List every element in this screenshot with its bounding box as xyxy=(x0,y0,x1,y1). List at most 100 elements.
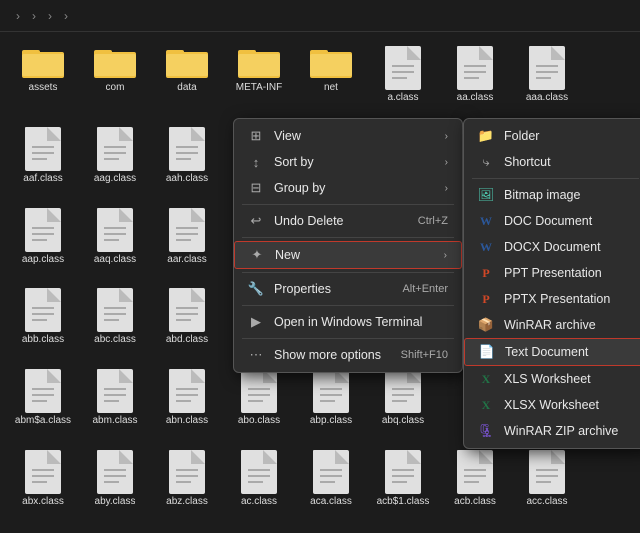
menu-item-more[interactable]: ⋯Show more optionsShift+F10 xyxy=(234,342,462,368)
menu-item-sortby[interactable]: ↕ Sort by › xyxy=(234,149,462,175)
file-item[interactable]: a.class xyxy=(368,42,438,119)
title-bar: › › › › xyxy=(0,0,640,32)
file-item[interactable]: aar.class xyxy=(152,204,222,281)
folder-icon: 📁 xyxy=(478,128,494,144)
file-label: aca.class xyxy=(310,496,352,508)
menu-item-undo[interactable]: ↩Undo DeleteCtrl+Z xyxy=(234,208,462,234)
menu-divider xyxy=(242,237,454,238)
file-label: net xyxy=(324,82,338,94)
file-item[interactable]: abz.class xyxy=(152,446,222,523)
folder-icon xyxy=(166,46,208,80)
file-icon xyxy=(25,127,61,171)
submenu-item-xlsx[interactable]: XXLSX Worksheet xyxy=(464,392,640,418)
menu-item-groupby[interactable]: ⊟Group by› xyxy=(234,175,462,201)
file-item[interactable]: abm.class xyxy=(80,365,150,442)
submenu-arrow-icon: › xyxy=(445,157,448,168)
more-icon: ⋯ xyxy=(248,347,264,363)
file-icon xyxy=(169,369,205,413)
submenu-item-txt[interactable]: 📄Text Document xyxy=(464,338,640,366)
menu-item-properties[interactable]: 🔧PropertiesAlt+Enter xyxy=(234,276,462,302)
menu-divider xyxy=(242,338,454,339)
file-item[interactable]: abp.class xyxy=(296,365,366,442)
submenu-item-label: PPTX Presentation xyxy=(504,292,633,306)
file-icon xyxy=(169,127,205,171)
submenu-item-shortcut[interactable]: ⤷Shortcut xyxy=(464,149,640,175)
file-icon xyxy=(25,450,61,494)
submenu-item-pptx[interactable]: PPPTX Presentation xyxy=(464,286,640,312)
submenu-item-rar[interactable]: 📦WinRAR archive xyxy=(464,312,640,338)
submenu-item-docx[interactable]: WDOCX Document xyxy=(464,234,640,260)
folder-item[interactable]: net xyxy=(296,42,366,119)
menu-item-view[interactable]: ⊞View› xyxy=(234,123,462,149)
submenu-item-label: WinRAR ZIP archive xyxy=(504,424,633,438)
view-icon: ⊞ xyxy=(248,128,264,144)
file-icon xyxy=(313,450,349,494)
file-label: aaf.class xyxy=(23,173,62,185)
file-item[interactable]: abb.class xyxy=(8,284,78,361)
file-item[interactable]: abo.class xyxy=(224,365,294,442)
file-item[interactable]: abm$a.class xyxy=(8,365,78,442)
submenu-arrow-icon: › xyxy=(445,131,448,142)
folder-item[interactable]: com xyxy=(80,42,150,119)
submenu-item-label: Shortcut xyxy=(504,155,633,169)
file-label: abm.class xyxy=(92,415,137,427)
submenu-item-winzip[interactable]: 🗜WinRAR ZIP archive xyxy=(464,418,640,444)
folder-item[interactable]: assets xyxy=(8,42,78,119)
file-icon xyxy=(97,369,133,413)
file-item[interactable]: aaf.class xyxy=(8,123,78,200)
submenu-item-label: DOC Document xyxy=(504,214,633,228)
file-label: aa.class xyxy=(457,92,494,104)
file-item[interactable]: abd.class xyxy=(152,284,222,361)
folder-item[interactable]: META-INF xyxy=(224,42,294,119)
menu-shortcut: Shift+F10 xyxy=(401,349,448,361)
file-item[interactable]: aap.class xyxy=(8,204,78,281)
file-item[interactable]: aca.class xyxy=(296,446,366,523)
menu-item-terminal[interactable]: ▶Open in Windows Terminal xyxy=(234,309,462,335)
file-item[interactable]: aby.class xyxy=(80,446,150,523)
file-item[interactable]: aaq.class xyxy=(80,204,150,281)
file-label: aar.class xyxy=(167,254,206,266)
menu-divider xyxy=(242,305,454,306)
submenu-arrow-icon: › xyxy=(444,250,447,261)
file-label: aag.class xyxy=(94,173,136,185)
file-label: abo.class xyxy=(238,415,280,427)
file-label: acb.class xyxy=(454,496,496,508)
submenu-item-doc[interactable]: WDOC Document xyxy=(464,208,640,234)
file-label: assets xyxy=(29,82,58,94)
file-item[interactable]: ac.class xyxy=(224,446,294,523)
file-item[interactable]: abc.class xyxy=(80,284,150,361)
menu-item-label: Undo Delete xyxy=(274,214,408,228)
submenu-item-bitmap[interactable]: 🖼Bitmap image xyxy=(464,182,640,208)
file-label: acc.class xyxy=(526,496,567,508)
file-item[interactable]: abq.class xyxy=(368,365,438,442)
file-item[interactable]: aaa.class xyxy=(512,42,582,119)
file-item[interactable]: aag.class xyxy=(80,123,150,200)
file-label: aap.class xyxy=(22,254,64,266)
file-item[interactable]: abn.class xyxy=(152,365,222,442)
file-item[interactable]: aa.class xyxy=(440,42,510,119)
file-item[interactable]: acb.class xyxy=(440,446,510,523)
context-menu: ⊞View› ↕ Sort by › ⊟Group by› ↩Undo DeleteCtr… xyxy=(233,118,463,373)
txt-icon: 📄 xyxy=(479,344,495,360)
folder-item[interactable]: data xyxy=(152,42,222,119)
file-icon xyxy=(313,369,349,413)
menu-item-label: Sort by xyxy=(274,155,429,169)
file-icon xyxy=(97,208,133,252)
file-item[interactable]: abx.class xyxy=(8,446,78,523)
file-icon xyxy=(97,288,133,332)
file-label: com xyxy=(106,82,125,94)
file-icon xyxy=(25,288,61,332)
file-item[interactable]: acb$1.class xyxy=(368,446,438,523)
menu-item-new[interactable]: ✦New› xyxy=(234,241,462,269)
file-item[interactable] xyxy=(584,42,640,119)
file-item[interactable]: aah.class xyxy=(152,123,222,200)
submenu-item-folder[interactable]: 📁Folder xyxy=(464,123,640,149)
submenu-item-ppt[interactable]: PPPT Presentation xyxy=(464,260,640,286)
submenu-divider xyxy=(472,178,639,179)
submenu-item-xls[interactable]: XXLS Worksheet xyxy=(464,366,640,392)
file-icon xyxy=(97,127,133,171)
sort-icon: ↕ xyxy=(248,154,264,170)
file-label: abq.class xyxy=(382,415,424,427)
file-item[interactable]: acc.class xyxy=(512,446,582,523)
menu-item-label: Group by xyxy=(274,181,429,195)
